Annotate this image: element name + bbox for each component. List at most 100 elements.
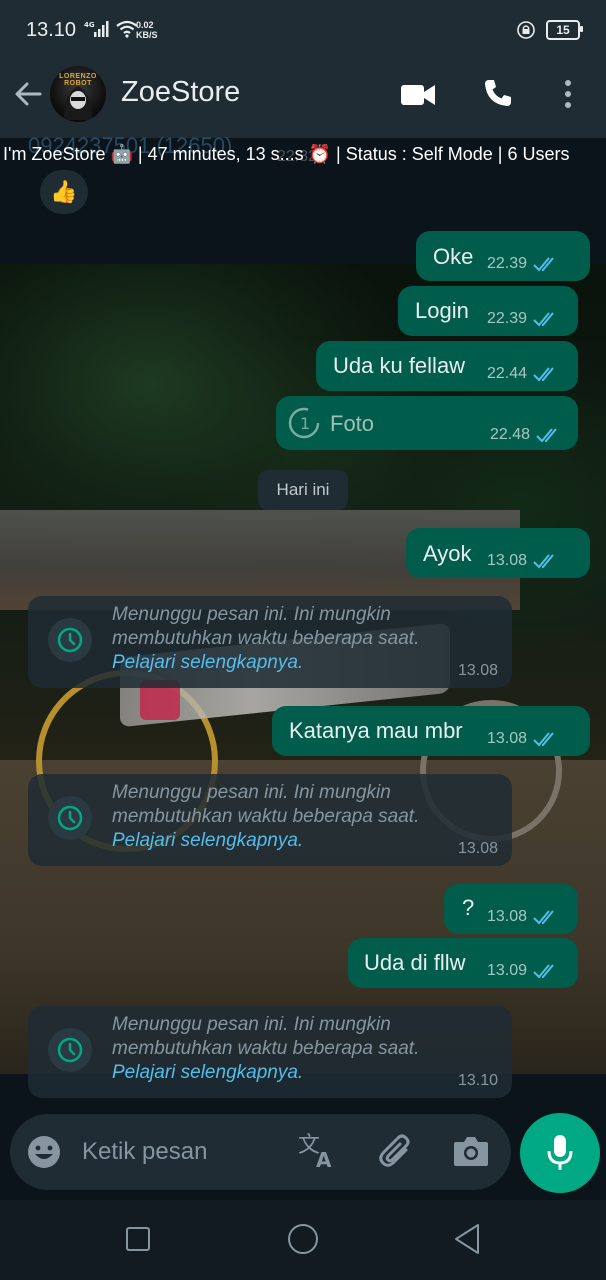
message-text: Oke	[433, 244, 474, 269]
clock-icon	[48, 618, 92, 662]
message-text: Ayok	[423, 541, 472, 566]
waiting-message[interactable]: Menunggu pesan ini. Ini mungkin membutuh…	[28, 774, 512, 866]
message-time: 13.09	[487, 962, 528, 979]
voice-record-button[interactable]	[520, 1113, 600, 1193]
message-text: Katanya mau mbr	[289, 718, 463, 743]
battery-indicator: 15	[546, 20, 583, 40]
clock-icon	[48, 796, 92, 840]
message-text: Foto	[330, 411, 375, 436]
outgoing-message[interactable]: Katanya mau mbr 13.08	[272, 706, 590, 756]
waiting-message[interactable]: Menunggu pesan ini. Ini mungkin membutuh…	[28, 596, 512, 688]
contact-name[interactable]: ZoeStore	[121, 76, 240, 109]
message-time: 22.44	[487, 365, 528, 382]
message-meta: 13.08	[487, 908, 559, 926]
video-call-button[interactable]	[400, 82, 436, 113]
waiting-text-line2: membutuhkan waktu beberapa saat.	[112, 1038, 420, 1059]
waiting-text-line1: Menunggu pesan ini. Ini mungkin	[112, 604, 391, 625]
hooded-figure-icon	[64, 86, 92, 120]
outgoing-message[interactable]: Uda ku fellaw 22.44	[316, 341, 578, 391]
battery-level: 15	[556, 23, 570, 37]
signal-icon: 4G	[84, 21, 109, 37]
read-tick-icon	[533, 367, 554, 382]
attach-icon[interactable]	[376, 1132, 416, 1172]
read-tick-icon	[533, 732, 554, 747]
speed-unit: KB/S	[136, 30, 158, 40]
wifi-icon	[116, 20, 138, 38]
outgoing-message[interactable]: Login 22.39	[398, 286, 578, 336]
message-text: Login	[415, 298, 469, 323]
waiting-text-line1: Menunggu pesan ini. Ini mungkin	[112, 1014, 391, 1035]
network-speed: 0.02 KB/S	[136, 20, 158, 40]
waiting-text-line2: membutuhkan waktu beberapa saat.	[112, 628, 420, 649]
home-icon[interactable]	[286, 1222, 320, 1256]
message-input-bar[interactable]: Ketik pesan 文 A	[10, 1114, 511, 1190]
contact-avatar[interactable]: LORENZO ROBOT	[50, 66, 106, 122]
waiting-text-line2: membutuhkan waktu beberapa saat.	[112, 806, 420, 827]
message-time: 13.10	[457, 1072, 498, 1089]
outgoing-message[interactable]: ? 13.08	[444, 884, 578, 934]
status-time: 13.10	[26, 19, 77, 41]
message-time: 13.08	[487, 908, 528, 925]
message-text: Uda ku fellaw	[333, 353, 466, 378]
more-options-icon	[565, 80, 571, 108]
read-tick-icon	[533, 554, 554, 569]
learn-more-link[interactable]: Pelajari selengkapnya.	[112, 652, 303, 674]
translate-icon[interactable]: 文 A	[298, 1132, 338, 1170]
svg-text:4G: 4G	[84, 21, 95, 29]
read-tick-icon	[533, 312, 554, 327]
chat-header: LORENZO ROBOT ZoeStore	[0, 60, 606, 138]
svg-text:1: 1	[300, 414, 310, 433]
lock-rotation-icon	[517, 21, 535, 39]
learn-more-link[interactable]: Pelajari selengkapnya.	[112, 830, 303, 852]
learn-more-link[interactable]: Pelajari selengkapnya.	[112, 1062, 303, 1084]
message-time: 13.08	[457, 840, 498, 857]
outgoing-message[interactable]: Oke 22.39	[416, 231, 590, 281]
message-input[interactable]: Ketik pesan	[82, 1138, 207, 1166]
waiting-message[interactable]: Menunggu pesan ini. Ini mungkin membutuh…	[28, 1006, 512, 1098]
back-arrow-icon	[15, 82, 42, 106]
message-meta: 13.09	[487, 962, 559, 980]
bot-status-banner: I'm ZoeStore 🤖 | 47 minutes, 13 s...s ⏰ …	[3, 144, 570, 164]
thumbs-up-reaction[interactable]: 👍	[40, 170, 88, 214]
message-time: 13.08	[487, 552, 528, 569]
mic-icon	[547, 1135, 573, 1170]
read-tick-icon	[533, 257, 554, 272]
outgoing-message[interactable]: Ayok 13.08	[406, 528, 590, 578]
message-time: 22.39	[487, 310, 528, 327]
speed-value: 0.02	[136, 20, 154, 30]
emoji-icon[interactable]	[26, 1134, 62, 1170]
signal-area: 4G	[84, 20, 138, 38]
message-meta: 22.48	[490, 426, 562, 444]
message-meta: 22.39	[487, 310, 559, 328]
video-call-icon	[401, 85, 435, 105]
status-bar: 13.10 4G 0.02 KB/S 15	[0, 0, 606, 60]
back-nav-icon[interactable]	[452, 1222, 482, 1256]
read-tick-icon	[533, 964, 554, 979]
clock-icon	[48, 1028, 92, 1072]
recent-apps-icon[interactable]	[123, 1224, 153, 1254]
waiting-text-line1: Menunggu pesan ini. Ini mungkin	[112, 782, 391, 803]
camera-icon[interactable]	[452, 1134, 490, 1168]
message-time: 22.48	[490, 426, 531, 443]
message-time: 22.39	[487, 255, 528, 272]
back-button[interactable]	[12, 78, 44, 115]
message-text: ?	[462, 895, 475, 920]
voice-call-icon	[485, 80, 511, 106]
pending-download-icon: 1	[288, 407, 320, 439]
outgoing-image-message[interactable]: 1 Foto 22.48	[276, 396, 578, 450]
message-meta: 13.08	[487, 730, 559, 748]
message-text: Uda di fllw	[364, 950, 466, 975]
voice-call-button[interactable]	[482, 77, 514, 114]
svg-text:A: A	[316, 1148, 332, 1170]
message-time: 13.08	[487, 730, 528, 747]
outgoing-message[interactable]: Uda di fllw 13.09	[348, 938, 578, 988]
more-options-button[interactable]	[558, 78, 578, 115]
message-meta: 22.39	[487, 255, 559, 273]
status-right: 15	[516, 20, 583, 40]
system-navigation-bar	[0, 1200, 606, 1280]
read-tick-icon	[533, 910, 554, 925]
message-meta: 13.08	[487, 552, 559, 570]
message-meta: 22.44	[487, 365, 559, 383]
read-tick-icon	[536, 428, 557, 443]
message-time: 13.08	[457, 662, 498, 679]
